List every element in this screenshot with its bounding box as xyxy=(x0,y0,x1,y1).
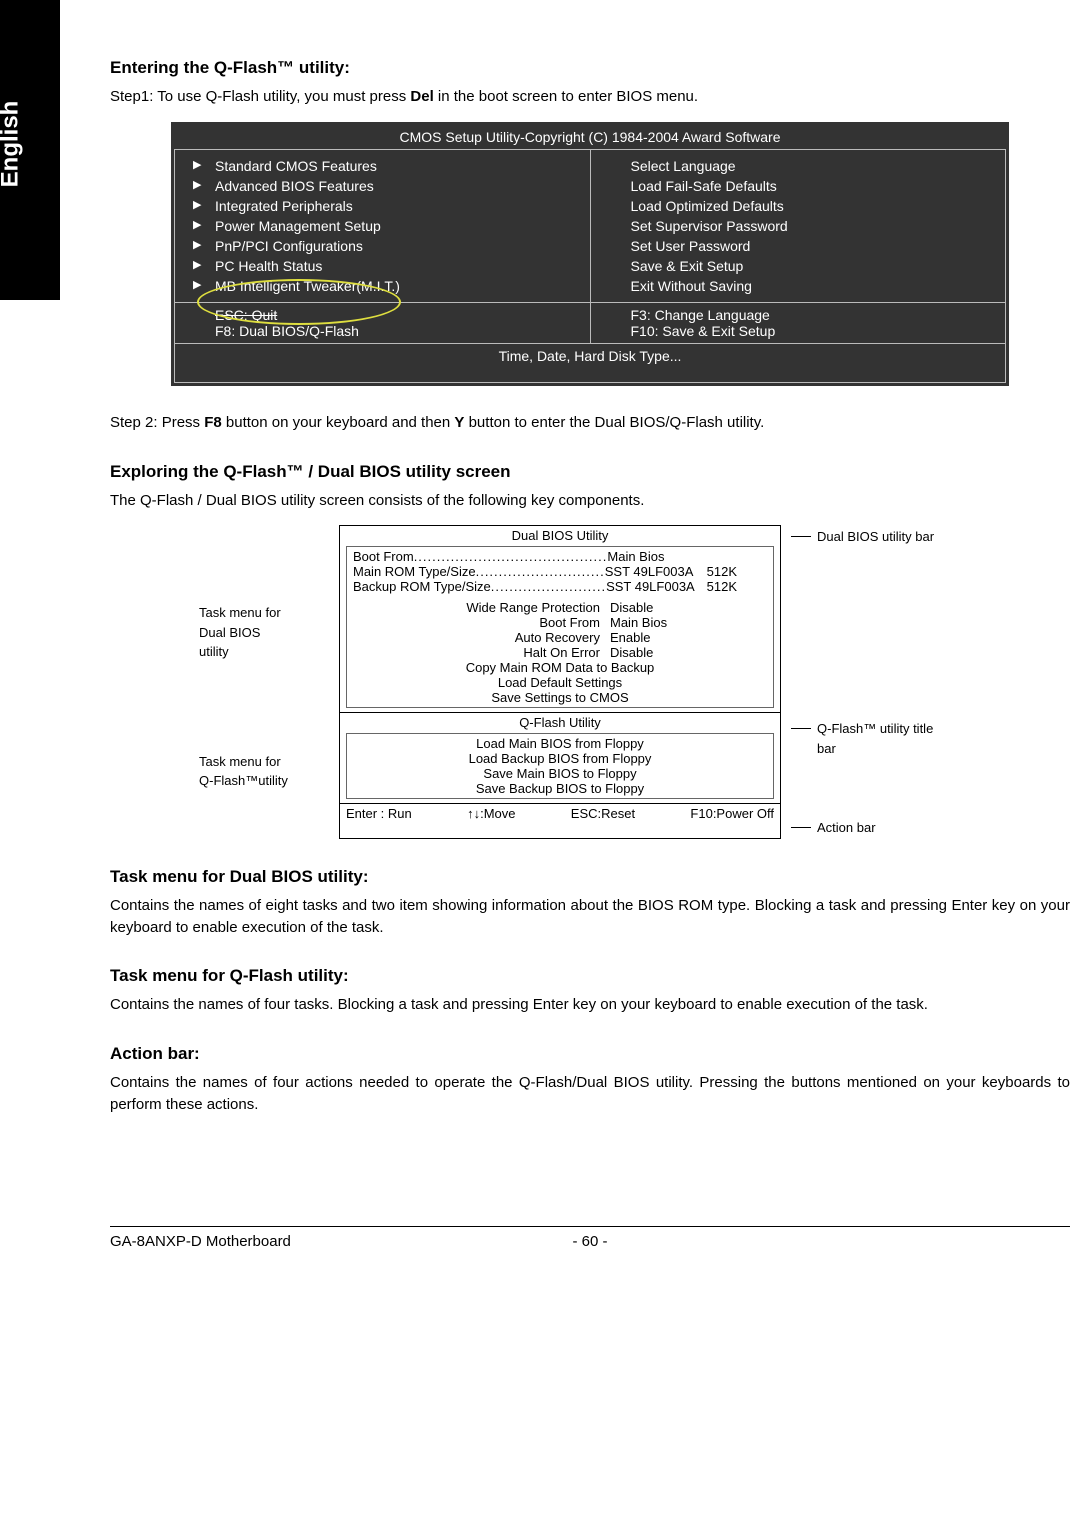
action-f3-language: F3: Change Language xyxy=(631,307,996,323)
arrow-right-icon: ▶ xyxy=(193,198,201,211)
action-move: ↑↓:Move xyxy=(467,806,515,821)
action-f10: F10:Power Off xyxy=(690,806,774,821)
menu-item[interactable]: ▶MB Intelligent Tweaker(M.I.T.) xyxy=(215,276,580,296)
info-row: Boot From...............................… xyxy=(353,549,767,564)
arrow-right-icon: ▶ xyxy=(193,258,201,271)
command-row[interactable]: Save Main BIOS to Floppy xyxy=(353,766,767,781)
cmos-right-menu: Select Language Load Fail-Safe Defaults … xyxy=(591,150,1006,302)
arrow-right-icon: ▶ xyxy=(193,278,201,291)
menu-item[interactable]: ▶Integrated Peripherals xyxy=(215,196,580,216)
menu-item[interactable]: Set User Password xyxy=(631,236,996,256)
action-f8-qflash: F8: Dual BIOS/Q-Flash xyxy=(215,323,580,339)
command-row[interactable]: Save Backup BIOS to Floppy xyxy=(353,781,767,796)
cmos-actions-right: F3: Change Language F10: Save & Exit Set… xyxy=(591,303,1006,343)
arrow-right-icon: ▶ xyxy=(193,178,201,191)
p-action-bar: Contains the names of four actions neede… xyxy=(110,1072,1070,1116)
menu-item[interactable]: ▶PnP/PCI Configurations xyxy=(215,236,580,256)
menu-item[interactable]: Select Language xyxy=(631,156,996,176)
action-f10-save: F10: Save & Exit Setup xyxy=(631,323,996,339)
heading-action-bar: Action bar: xyxy=(110,1044,1070,1064)
qflash-title: Q-Flash Utility xyxy=(346,715,774,730)
option-row[interactable]: Wide Range ProtectionDisable xyxy=(353,600,767,615)
action-enter: Enter : Run xyxy=(346,806,412,821)
cmos-title: CMOS Setup Utility-Copyright (C) 1984-20… xyxy=(174,125,1006,149)
menu-item[interactable]: ▶PC Health Status xyxy=(215,256,580,276)
cmos-actions-left: ESC: Quit F8: Dual BIOS/Q-Flash xyxy=(175,303,591,343)
heading-task-qflash: Task menu for Q-Flash utility: xyxy=(110,966,1070,986)
heading-task-dual-bios: Task menu for Dual BIOS utility: xyxy=(110,867,1070,887)
option-row[interactable]: Auto RecoveryEnable xyxy=(353,630,767,645)
menu-item[interactable]: Load Fail-Safe Defaults xyxy=(631,176,996,196)
option-row[interactable]: Halt On ErrorDisable xyxy=(353,645,767,660)
menu-item[interactable]: Save & Exit Setup xyxy=(631,256,996,276)
action-esc: ESC:Reset xyxy=(571,806,635,821)
footer-page-number: - 60 - xyxy=(550,1233,630,1250)
menu-item[interactable]: Load Optimized Defaults xyxy=(631,196,996,216)
footer-left: GA-8ANXP-D Motherboard xyxy=(110,1233,550,1250)
arrow-right-icon: ▶ xyxy=(193,218,201,231)
command-row[interactable]: Load Backup BIOS from Floppy xyxy=(353,751,767,766)
info-row: Main ROM Type/Size......................… xyxy=(353,564,767,579)
heading-exploring-qflash: Exploring the Q-Flash™ / Dual BIOS utili… xyxy=(110,462,1070,482)
arrow-right-icon: ▶ xyxy=(193,238,201,251)
action-esc-quit: ESC: Quit xyxy=(215,307,580,323)
step2-text: Step 2: Press F8 button on your keyboard… xyxy=(110,412,1070,434)
cmos-left-menu: ▶Standard CMOS Features ▶Advanced BIOS F… xyxy=(175,150,591,302)
menu-item[interactable]: ▶Standard CMOS Features xyxy=(215,156,580,176)
info-row: Backup ROM Type/Size....................… xyxy=(353,579,767,594)
command-row[interactable]: Load Main BIOS from Floppy xyxy=(353,736,767,751)
menu-item[interactable]: ▶Advanced BIOS Features xyxy=(215,176,580,196)
menu-item[interactable]: Set Supervisor Password xyxy=(631,216,996,236)
command-row[interactable]: Load Default Settings xyxy=(353,675,767,690)
dual-bios-task-menu: Boot From...............................… xyxy=(346,546,774,708)
diagram-labels-right: Dual BIOS utility bar Q-Flash™ utility t… xyxy=(791,525,981,839)
language-sidebar: English xyxy=(0,0,60,300)
dual-bios-panel: Dual BIOS Utility Boot From.............… xyxy=(339,525,781,839)
cmos-setup-utility: CMOS Setup Utility-Copyright (C) 1984-20… xyxy=(171,122,1009,386)
arrow-right-icon: ▶ xyxy=(193,158,201,171)
menu-item[interactable]: Exit Without Saving xyxy=(631,276,996,296)
p-task-dual-bios: Contains the names of eight tasks and tw… xyxy=(110,895,1070,939)
step1-text: Step1: To use Q-Flash utility, you must … xyxy=(110,86,1070,108)
cmos-info-bar: Time, Date, Hard Disk Type... xyxy=(174,344,1006,383)
option-row[interactable]: Boot FromMain Bios xyxy=(353,615,767,630)
dual-bios-title: Dual BIOS Utility xyxy=(346,528,774,543)
menu-item[interactable]: ▶Power Management Setup xyxy=(215,216,580,236)
action-bar: Enter : Run ↑↓:Move ESC:Reset F10:Power … xyxy=(340,804,780,823)
qflash-task-menu: Load Main BIOS from Floppy Load Backup B… xyxy=(346,733,774,799)
diagram-labels-left: Task menu for Dual BIOS utility Task men… xyxy=(199,525,329,839)
heading-entering-qflash: Entering the Q-Flash™ utility: xyxy=(110,58,1070,78)
page-footer: GA-8ANXP-D Motherboard - 60 - xyxy=(110,1226,1070,1250)
p-exploring: The Q-Flash / Dual BIOS utility screen c… xyxy=(110,490,1070,512)
command-row[interactable]: Copy Main ROM Data to Backup xyxy=(353,660,767,675)
command-row[interactable]: Save Settings to CMOS xyxy=(353,690,767,705)
language-tab: English xyxy=(0,101,24,188)
dual-bios-diagram: Task menu for Dual BIOS utility Task men… xyxy=(110,525,1070,839)
p-task-qflash: Contains the names of four tasks. Blocki… xyxy=(110,994,1070,1016)
